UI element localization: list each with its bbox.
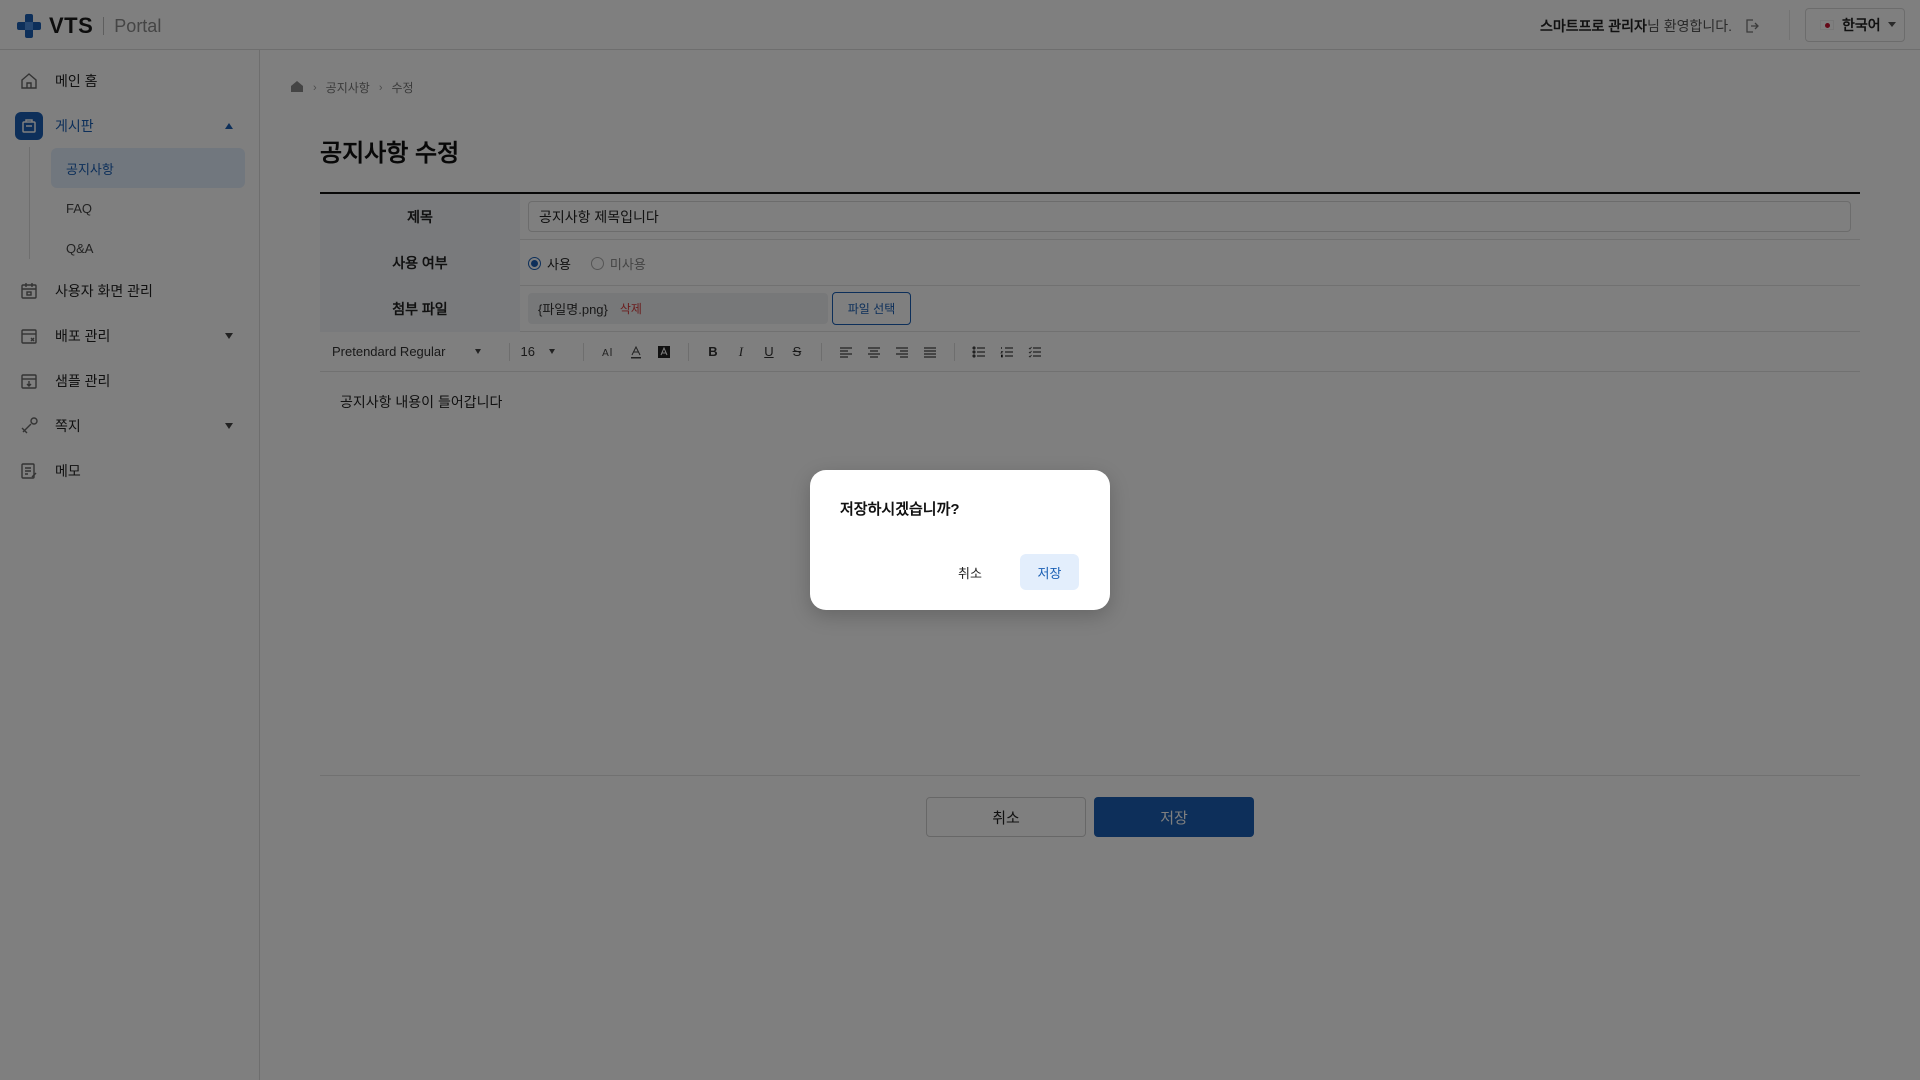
dialog-save-button[interactable]: 저장 [1020,554,1079,590]
dialog-cancel-button[interactable]: 취소 [945,554,995,590]
confirm-message: 저장하시겠습니까? [840,501,960,518]
